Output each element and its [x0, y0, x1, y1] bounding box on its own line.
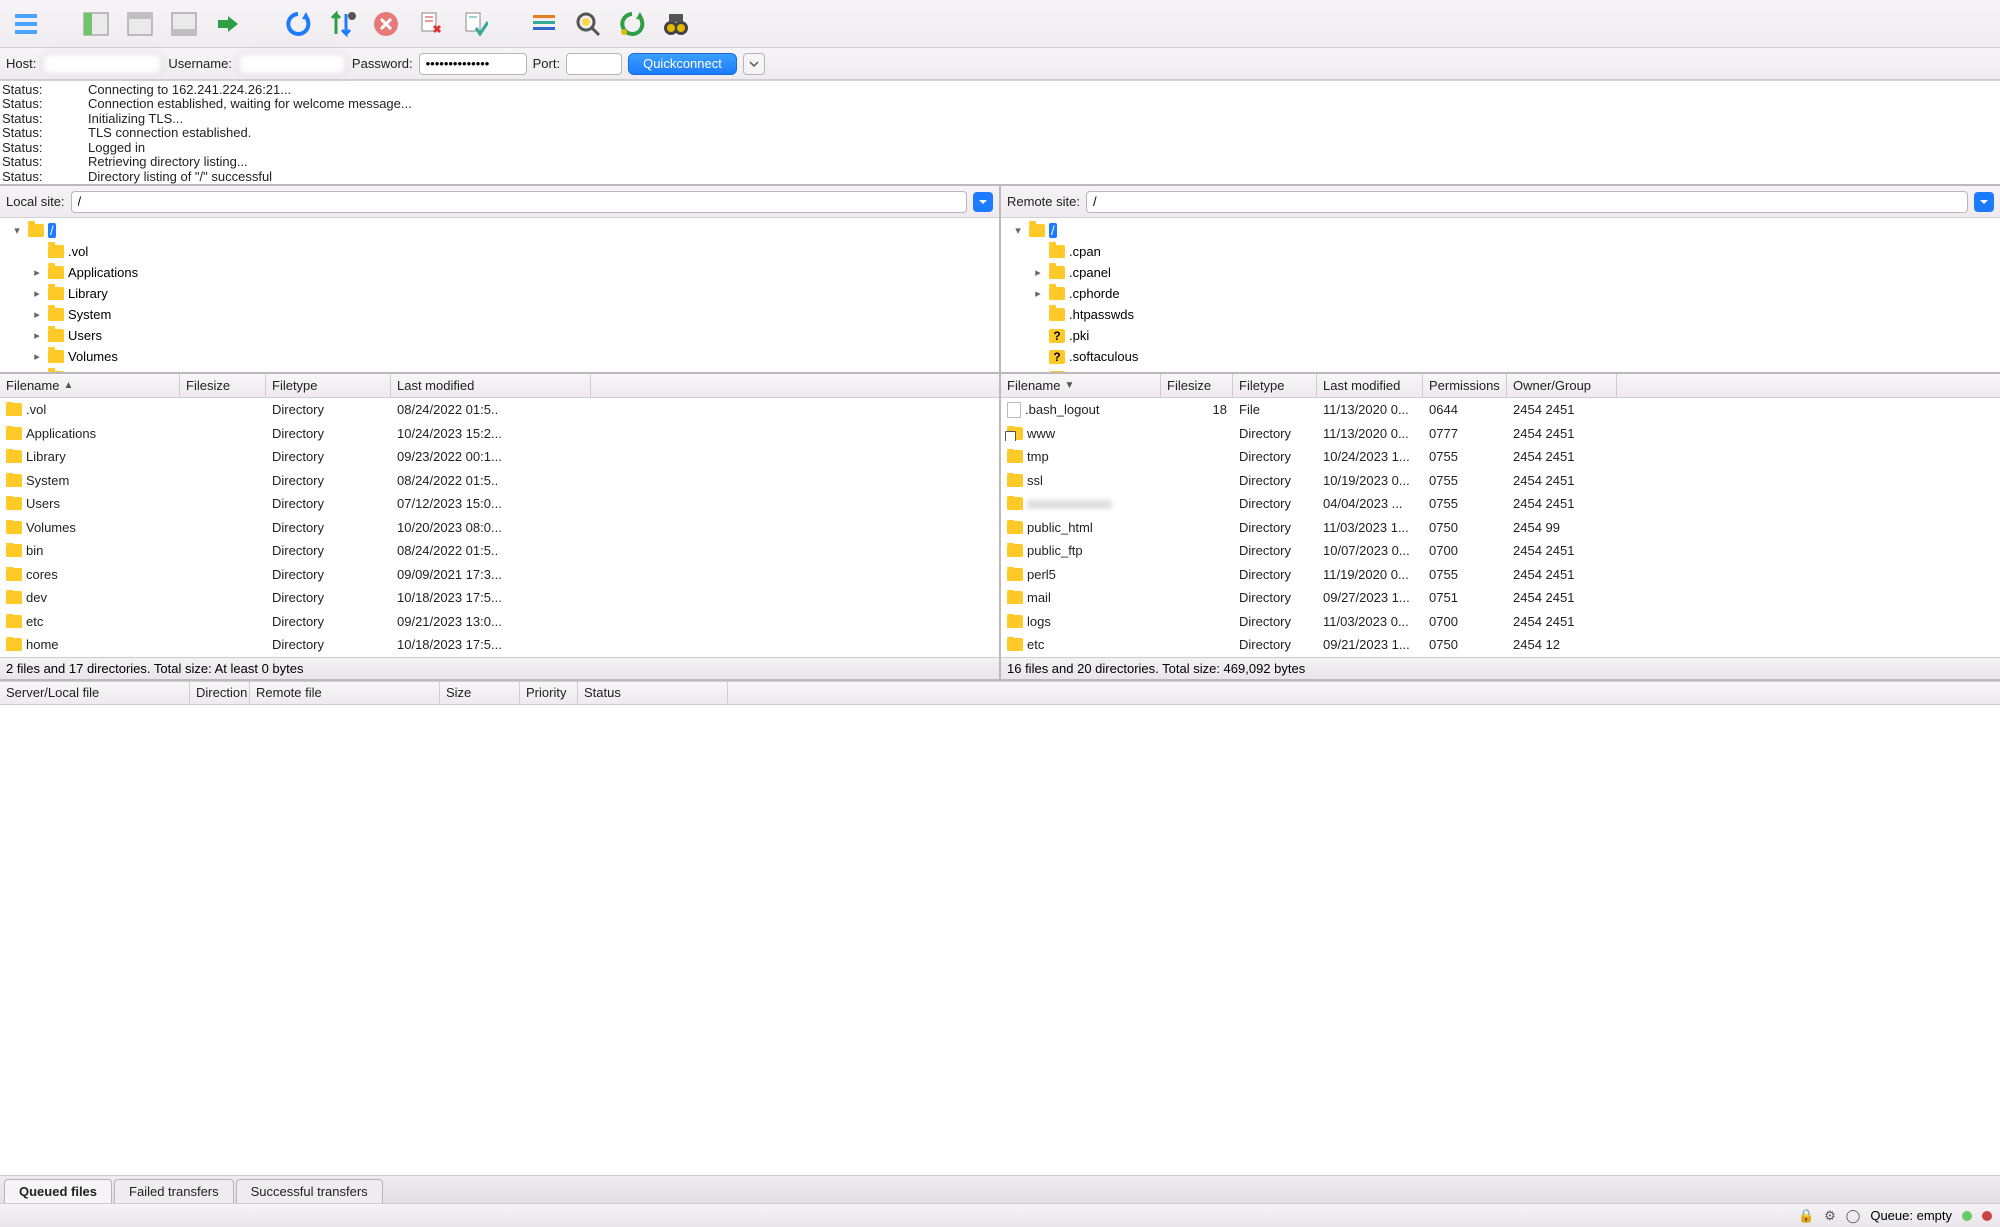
table-row[interactable]: wwwDirectory11/13/2020 0...07772454 2451: [1001, 422, 2000, 446]
refresh-icon[interactable]: [280, 6, 316, 42]
table-row[interactable]: xxxxxxxxxxxxxDirectory04/04/2023 ...0755…: [1001, 492, 2000, 516]
tree-node[interactable]: ▸System: [4, 304, 995, 325]
queue-body[interactable]: [0, 705, 2000, 1176]
table-row[interactable]: UsersDirectory07/12/2023 15:0...: [0, 492, 999, 516]
tree-node[interactable]: .cpan: [1005, 241, 1996, 262]
table-row[interactable]: mailDirectory09/27/2023 1...07512454 245…: [1001, 586, 2000, 610]
main-toolbar: [0, 0, 2000, 48]
remote-pane: Remote site: ▾/.cpan▸.cpanel▸.cphorde.ht…: [1001, 186, 2000, 679]
tab-failed[interactable]: Failed transfers: [114, 1179, 234, 1203]
help-icon[interactable]: ◯: [1846, 1208, 1861, 1224]
table-row[interactable]: binDirectory08/24/2022 01:5..: [0, 539, 999, 563]
lock-icon[interactable]: 🔒: [1798, 1208, 1814, 1224]
table-row[interactable]: perl5Directory11/19/2020 0...07552454 24…: [1001, 563, 2000, 587]
tree-node[interactable]: ▾/: [4, 220, 995, 241]
table-row[interactable]: coresDirectory09/09/2021 17:3...: [0, 563, 999, 587]
host-label: Host:: [6, 56, 36, 71]
tree-node[interactable]: bin: [4, 367, 995, 374]
local-status: 2 files and 17 directories. Total size: …: [0, 657, 999, 679]
table-row[interactable]: ApplicationsDirectory10/24/2023 15:2...: [0, 422, 999, 446]
site-manager-icon[interactable]: [8, 6, 44, 42]
port-input[interactable]: [566, 53, 622, 75]
tab-success[interactable]: Successful transfers: [236, 1179, 383, 1203]
remote-site-label: Remote site:: [1007, 194, 1080, 209]
table-row[interactable]: LibraryDirectory09/23/2022 00:1...: [0, 445, 999, 469]
local-file-list[interactable]: .volDirectory08/24/2022 01:5..Applicatio…: [0, 398, 999, 657]
cancel-icon[interactable]: [368, 6, 404, 42]
remote-site-input[interactable]: [1086, 191, 1968, 213]
host-input[interactable]: [42, 53, 162, 75]
local-site-label: Local site:: [6, 194, 65, 209]
local-columns[interactable]: Filename▲ Filesize Filetype Last modifie…: [0, 374, 999, 398]
table-row[interactable]: sslDirectory10/19/2023 0...07552454 2451: [1001, 469, 2000, 493]
tree-node[interactable]: ?.spamassassin: [1005, 367, 1996, 374]
password-input[interactable]: [419, 53, 527, 75]
table-row[interactable]: logsDirectory11/03/2023 0...07002454 245…: [1001, 610, 2000, 634]
table-row[interactable]: devDirectory10/18/2023 17:5...: [0, 586, 999, 610]
tree-node[interactable]: ▸Users: [4, 325, 995, 346]
tree-node[interactable]: ▸Library: [4, 283, 995, 304]
table-row[interactable]: public_htmlDirectory11/03/2023 1...07502…: [1001, 516, 2000, 540]
sync-browse-icon[interactable]: [210, 6, 246, 42]
quickconnect-bar: Host: Username: Password: Port: Quickcon…: [0, 48, 2000, 80]
table-row[interactable]: .bash_logout18File11/13/2020 0...0644245…: [1001, 398, 2000, 422]
password-label: Password:: [352, 56, 413, 71]
sort-desc-icon: ▼: [1064, 380, 1074, 391]
tree-node[interactable]: ▸Applications: [4, 262, 995, 283]
footer-status: 🔒 ⚙ ◯ Queue: empty: [0, 1203, 2000, 1227]
username-label: Username:: [168, 56, 232, 71]
binoculars-icon[interactable]: [658, 6, 694, 42]
reconnect-icon[interactable]: [456, 6, 492, 42]
remote-site-dropdown[interactable]: [1974, 192, 1994, 212]
disconnect-icon[interactable]: [412, 6, 448, 42]
tree-node[interactable]: ?.pki: [1005, 325, 1996, 346]
queue-columns[interactable]: Server/Local file Direction Remote file …: [0, 681, 2000, 705]
tree-node[interactable]: ?.softaculous: [1005, 346, 1996, 367]
quickconnect-button[interactable]: Quickconnect: [628, 53, 737, 75]
remote-tree[interactable]: ▾/.cpan▸.cpanel▸.cphorde.htpasswds?.pki?…: [1001, 218, 2000, 374]
remote-columns[interactable]: Filename▼ Filesize Filetype Last modifie…: [1001, 374, 2000, 398]
table-row[interactable]: tmpDirectory10/24/2023 1...07552454 2451: [1001, 445, 2000, 469]
queue-tabs: Queued files Failed transfers Successful…: [0, 1175, 2000, 1203]
transfer-queue: Server/Local file Direction Remote file …: [0, 681, 2000, 1176]
local-pane: Local site: ▾/.vol▸Applications▸Library▸…: [0, 186, 1001, 679]
find-icon[interactable]: [570, 6, 606, 42]
toggle-queue-icon[interactable]: [166, 6, 202, 42]
directory-compare-icon[interactable]: [526, 6, 562, 42]
table-row[interactable]: public_ftpDirectory10/07/2023 0...070024…: [1001, 539, 2000, 563]
table-row[interactable]: .volDirectory08/24/2022 01:5..: [0, 398, 999, 422]
auto-icon[interactable]: [614, 6, 650, 42]
toggle-log-icon[interactable]: [122, 6, 158, 42]
local-tree[interactable]: ▾/.vol▸Applications▸Library▸System▸Users…: [0, 218, 999, 374]
port-label: Port:: [533, 56, 560, 71]
remote-file-list[interactable]: .bash_logout18File11/13/2020 0...0644245…: [1001, 398, 2000, 657]
gear-icon[interactable]: ⚙: [1824, 1208, 1836, 1224]
local-site-input[interactable]: [71, 191, 967, 213]
table-row[interactable]: etcDirectory09/21/2023 13:0...: [0, 610, 999, 634]
local-site-dropdown[interactable]: [973, 192, 993, 212]
process-queue-icon[interactable]: [324, 6, 360, 42]
tree-node[interactable]: .vol: [4, 241, 995, 262]
tree-node[interactable]: ▸.cpanel: [1005, 262, 1996, 283]
queue-status-label: Queue: empty: [1870, 1208, 1952, 1223]
table-row[interactable]: SystemDirectory08/24/2022 01:5..: [0, 469, 999, 493]
username-input[interactable]: [238, 53, 346, 75]
tab-queued[interactable]: Queued files: [4, 1179, 112, 1203]
tree-node[interactable]: ▸Volumes: [4, 346, 995, 367]
quickconnect-history-dropdown[interactable]: [743, 53, 765, 75]
table-row[interactable]: etcDirectory09/21/2023 1...07502454 12: [1001, 633, 2000, 657]
indicator-red: [1982, 1211, 1992, 1221]
toggle-local-tree-icon[interactable]: [78, 6, 114, 42]
tree-node[interactable]: ▸.cphorde: [1005, 283, 1996, 304]
indicator-green: [1962, 1211, 1972, 1221]
tree-node[interactable]: .htpasswds: [1005, 304, 1996, 325]
sort-asc-icon: ▲: [63, 380, 73, 391]
tree-node[interactable]: ▾/: [1005, 220, 1996, 241]
table-row[interactable]: VolumesDirectory10/20/2023 08:0...: [0, 516, 999, 540]
message-log[interactable]: Status:Disconnected from serverStatus:Co…: [0, 80, 2000, 186]
remote-status: 16 files and 20 directories. Total size:…: [1001, 657, 2000, 679]
table-row[interactable]: homeDirectory10/18/2023 17:5...: [0, 633, 999, 657]
